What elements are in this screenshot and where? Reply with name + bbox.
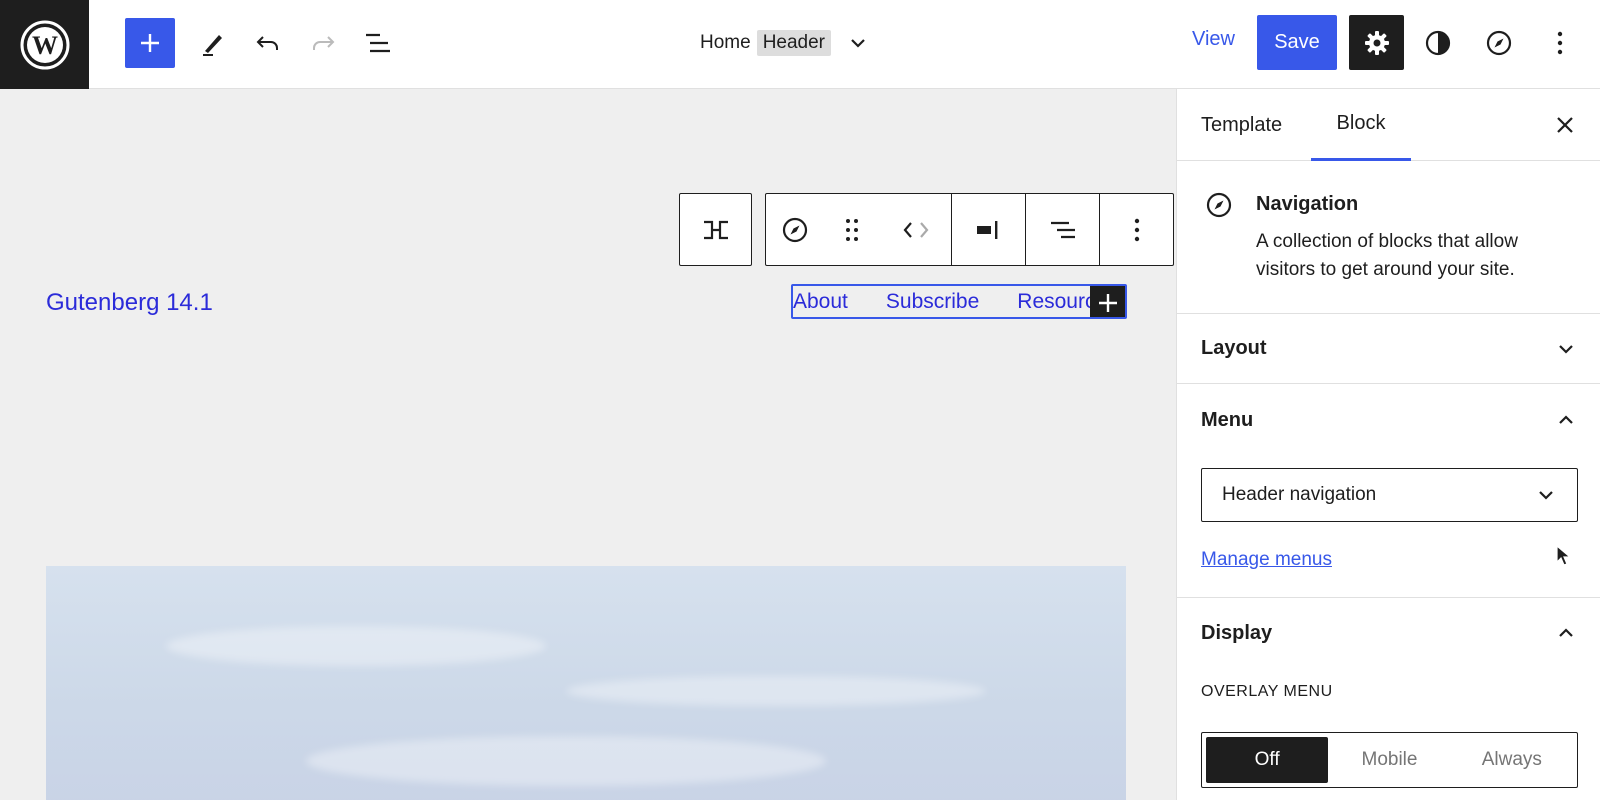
panel-display-toggle[interactable]: Display	[1177, 598, 1600, 668]
editor-header: W Home Header View Save	[0, 0, 1600, 89]
plus-icon	[1099, 293, 1117, 312]
chevron-up-icon	[1559, 415, 1573, 424]
compass-icon	[1206, 192, 1232, 218]
half-circle-icon	[1425, 30, 1451, 56]
drag-handle[interactable]	[836, 214, 868, 246]
align-button[interactable]	[1047, 214, 1079, 246]
redo-icon	[313, 36, 335, 50]
wordpress-logo-button[interactable]: W	[0, 0, 89, 89]
justify-right-icon	[976, 220, 997, 239]
move-buttons[interactable]	[894, 214, 938, 246]
chevron-down-icon	[1559, 344, 1573, 354]
manage-menus-link[interactable]: Manage menus	[1201, 549, 1332, 571]
drag-handle-icon	[846, 218, 859, 241]
block-card-title: Navigation	[1256, 193, 1359, 215]
nav-item-about[interactable]: About	[793, 290, 848, 314]
wordpress-logo-icon: W	[20, 20, 69, 69]
panel-menu-toggle[interactable]: Menu	[1177, 385, 1600, 455]
chevron-down-icon	[1539, 491, 1553, 500]
panel-menu-title: Menu	[1201, 408, 1254, 431]
options-button[interactable]	[1535, 18, 1585, 68]
block-card: Navigation A collection of blocks that a…	[1177, 161, 1600, 314]
settings-button[interactable]	[1349, 15, 1404, 70]
parent-block-selector[interactable]	[679, 193, 752, 266]
overlay-menu-label: OVERLAY MENU	[1201, 683, 1333, 700]
chevron-down-icon[interactable]	[845, 30, 871, 56]
chevron-left-icon[interactable]	[900, 219, 916, 241]
sidebar-tabs: Template Block	[1177, 89, 1600, 161]
mouse-cursor-icon	[1556, 545, 1572, 566]
menu-select-value: Header navigation	[1222, 484, 1377, 505]
block-toolbar	[765, 193, 1174, 266]
svg-text:W: W	[32, 31, 58, 60]
align-right-icon	[1050, 221, 1075, 238]
cover-image[interactable]	[46, 566, 1126, 800]
add-nav-item-button[interactable]	[1090, 286, 1125, 317]
block-toolbar-align	[1026, 194, 1100, 265]
pencil-icon	[203, 35, 222, 56]
menu-select[interactable]: Header navigation	[1201, 468, 1578, 522]
document-title[interactable]: Home Header	[700, 26, 871, 60]
list-view-icon	[366, 33, 390, 53]
save-button[interactable]: Save	[1257, 15, 1337, 70]
tab-template[interactable]: Template	[1201, 89, 1282, 161]
justify-right-button[interactable]	[973, 214, 1005, 246]
compass-icon	[782, 217, 807, 242]
panel-layout-title: Layout	[1201, 337, 1267, 359]
block-inserter-button[interactable]	[125, 18, 175, 68]
close-icon	[1557, 117, 1573, 133]
list-view-button[interactable]	[353, 18, 403, 68]
more-vertical-icon	[1557, 31, 1563, 55]
nav-item-subscribe[interactable]: Subscribe	[886, 290, 979, 314]
settings-sidebar: Template Block Navigation A collection o…	[1176, 89, 1600, 800]
navigation-block-button[interactable]	[779, 214, 811, 246]
overlay-option-off[interactable]: Off	[1206, 737, 1329, 783]
plus-icon	[141, 34, 159, 52]
tools-button[interactable]	[188, 18, 238, 68]
compass-icon	[1486, 30, 1512, 56]
editor-canvas[interactable]: Gutenberg 14.1 About Subscribe Resources	[0, 89, 1176, 800]
chevron-up-icon	[1559, 628, 1573, 637]
navigation-block[interactable]: About Subscribe Resources	[791, 284, 1127, 319]
row-block-icon	[703, 220, 728, 239]
page-title: Home	[700, 32, 751, 53]
overlay-option-always[interactable]: Always	[1451, 737, 1573, 783]
overlay-option-mobile[interactable]: Mobile	[1328, 737, 1450, 783]
site-title[interactable]: Gutenberg 14.1	[46, 289, 213, 317]
panel-layout-toggle[interactable]: Layout	[1177, 314, 1600, 384]
panel-display-title: Display	[1201, 621, 1273, 644]
undo-button[interactable]	[243, 18, 293, 68]
block-toolbar-group-main	[766, 194, 952, 265]
styles-button[interactable]	[1413, 18, 1463, 68]
template-part-badge: Header	[756, 30, 832, 56]
gear-icon	[1364, 30, 1389, 55]
block-options-button[interactable]	[1121, 214, 1153, 246]
chevron-right-icon[interactable]	[916, 219, 932, 241]
block-toolbar-justify	[952, 194, 1026, 265]
redo-button[interactable]	[298, 18, 348, 68]
block-toolbar-options	[1100, 194, 1173, 265]
view-button[interactable]: View	[1192, 28, 1235, 51]
more-vertical-icon	[1134, 218, 1139, 241]
overlay-menu-toggle-group: Off Mobile Always	[1201, 732, 1578, 788]
navigation-button[interactable]	[1474, 18, 1524, 68]
undo-icon	[256, 36, 278, 50]
block-card-description: A collection of blocks that allow visito…	[1256, 231, 1518, 280]
tab-block[interactable]: Block	[1311, 89, 1411, 161]
close-sidebar-button[interactable]	[1551, 111, 1579, 139]
